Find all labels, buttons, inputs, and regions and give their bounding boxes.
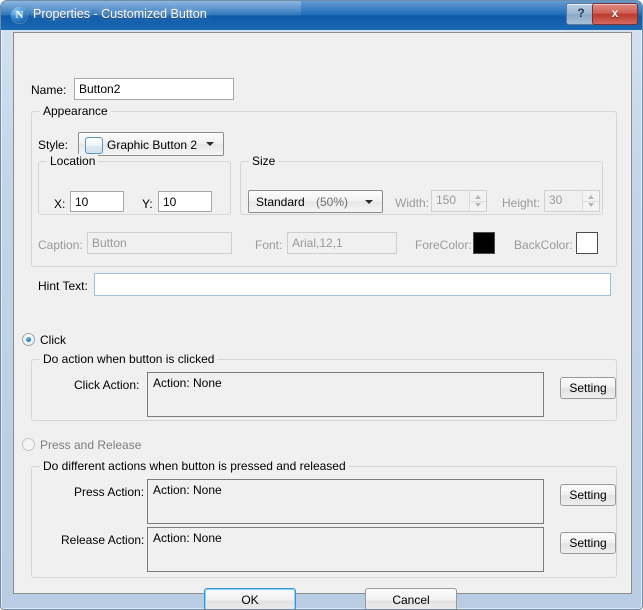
appearance-group-title: Appearance	[40, 104, 111, 118]
x-label: X:	[54, 197, 66, 211]
spinner-down-icon[interactable]	[588, 203, 594, 207]
release-action-label: Release Action:	[61, 533, 145, 547]
height-label: Height:	[502, 196, 541, 210]
height-spinner-buttons[interactable]	[582, 191, 599, 211]
close-button[interactable]: x	[592, 3, 638, 25]
spinner-up-icon[interactable]	[588, 195, 594, 199]
style-label: Style:	[38, 138, 69, 152]
caption-input[interactable]	[87, 232, 232, 254]
caption-label: Caption:	[38, 238, 83, 252]
chevron-down-icon	[206, 142, 214, 146]
y-label: Y:	[142, 197, 153, 211]
width-spinner-buttons[interactable]	[469, 191, 486, 211]
click-action-setting-button[interactable]: Setting	[560, 377, 616, 399]
chevron-down-icon	[365, 199, 373, 204]
release-action-value[interactable]: Action: None	[147, 527, 544, 572]
press-action-label: Press Action:	[74, 485, 145, 499]
hint-text-input[interactable]	[94, 273, 611, 296]
press-action-value[interactable]: Action: None	[147, 479, 544, 524]
hint-text-label: Hint Text:	[38, 279, 88, 293]
forecolor-swatch[interactable]	[473, 232, 495, 254]
click-action-group-title: Do action when button is clicked	[40, 352, 218, 366]
window-title: Properties - Customized Button	[33, 7, 207, 21]
spinner-down-icon[interactable]	[475, 203, 481, 207]
backcolor-swatch[interactable]	[576, 232, 598, 254]
name-input[interactable]	[74, 78, 234, 100]
style-combobox-value: Graphic Button 2	[107, 138, 198, 152]
width-value: 150	[436, 193, 457, 207]
height-spinner[interactable]: 30	[544, 190, 600, 212]
ok-button[interactable]: OK	[204, 588, 296, 609]
spinner-divider	[582, 201, 599, 202]
size-combobox[interactable]: Standard (50%)	[248, 190, 383, 213]
size-combobox-value: Standard	[256, 195, 305, 209]
click-action-value[interactable]: Action: None	[147, 372, 544, 417]
click-radio[interactable]	[22, 333, 35, 346]
cancel-button[interactable]: Cancel	[365, 588, 457, 609]
press-and-release-radio-label[interactable]: Press and Release	[40, 438, 141, 452]
spinner-divider	[469, 201, 486, 202]
font-label: Font:	[255, 238, 283, 252]
font-input[interactable]	[287, 232, 397, 254]
name-label: Name:	[31, 83, 67, 97]
style-combobox[interactable]: Graphic Button 2	[78, 132, 224, 156]
graphic-button-preview-icon	[85, 137, 103, 154]
dialog-client-area: Name: Appearance Style: Graphic Button 2…	[13, 32, 632, 609]
width-spinner[interactable]: 150	[431, 190, 487, 212]
height-value: 30	[549, 193, 563, 207]
click-action-label: Click Action:	[74, 378, 140, 392]
click-radio-label[interactable]: Click	[40, 333, 66, 347]
press-action-setting-button[interactable]: Setting	[560, 484, 616, 506]
n-logo-icon: N	[11, 7, 28, 24]
width-label: Width:	[395, 196, 430, 210]
press-release-group-title: Do different actions when button is pres…	[40, 459, 349, 473]
forecolor-label: ForeColor:	[415, 238, 472, 252]
properties-dialog-window: N Properties - Customized Button ? x Nam…	[0, 0, 643, 610]
press-and-release-radio[interactable]	[22, 438, 35, 451]
size-group-title: Size	[249, 154, 279, 168]
x-input[interactable]	[70, 191, 124, 212]
spinner-up-icon[interactable]	[475, 195, 481, 199]
location-group-title: Location	[47, 154, 99, 168]
size-combobox-percent: (50%)	[316, 195, 349, 209]
y-input[interactable]	[158, 191, 212, 212]
title-bar[interactable]: N Properties - Customized Button ? x	[1, 1, 642, 30]
release-action-setting-button[interactable]: Setting	[560, 532, 616, 554]
backcolor-label: BackColor:	[514, 238, 573, 252]
